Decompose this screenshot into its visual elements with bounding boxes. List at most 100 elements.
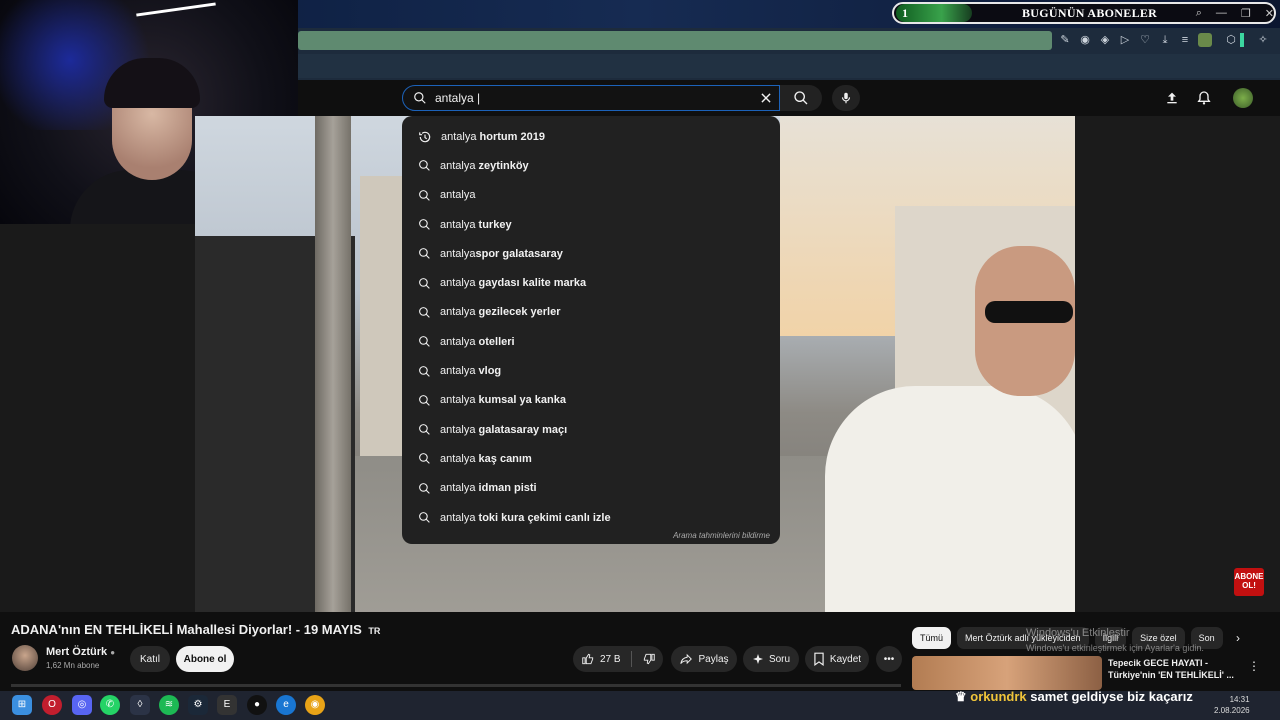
channel-name[interactable]: Mert Öztürk ● [46,646,115,658]
more-actions-button[interactable]: ••• [876,646,902,672]
search-icon [419,424,430,435]
windows-activation-text: Windows'u etkinleştirmek için Ayarlar'a … [1026,643,1204,653]
ask-button[interactable]: Soru [743,646,799,672]
search-suggestion-item[interactable]: antalya toki kura çekimi canlı izle [402,503,780,532]
search-suggestion-item[interactable]: antalya zeytinköy [402,151,780,180]
video-letterbox-right [1075,116,1280,612]
report-predictions-link[interactable]: Arama tahminlerini bildirme [673,531,770,540]
search-suggestion-item[interactable]: antalya kumsal ya kanka [402,386,780,415]
chevron-right-icon[interactable]: › [1236,631,1240,645]
restore-icon[interactable]: ❐ [1241,7,1251,20]
related-video-title[interactable]: Tepecik GECE HAYATI - Türkiye'nin 'EN TE… [1108,657,1238,681]
search-icon [414,92,426,104]
sparkle-icon [752,654,763,664]
ai-icon[interactable]: ✧ [1256,33,1270,47]
share-button[interactable]: Paylaş [671,646,737,672]
discord-icon[interactable]: ◎ [72,695,92,715]
search-box[interactable] [402,85,780,111]
save-button[interactable]: Kaydet [805,646,869,672]
profile-icon[interactable] [1198,33,1212,47]
notifications-icon[interactable] [1196,90,1212,106]
channel-avatar[interactable] [12,645,38,671]
menu-icon[interactable]: ≡ [1178,33,1192,47]
suggestion-text: antalya gezilecek yerler [440,306,561,319]
like-button[interactable]: 27 B [573,646,663,672]
search-suggestion-item[interactable]: antalya otelleri [402,327,780,356]
subscribe-button[interactable]: Abone ol [176,646,234,672]
sidebar-toggle-icon[interactable] [1240,33,1244,47]
search-icon [419,365,430,377]
search-suggestion-item[interactable]: antalya kaş canım [402,444,780,473]
filter-chip[interactable]: Tümü [912,627,952,649]
search-suggestion-item[interactable]: antalya idman pisti [402,474,780,503]
chat-ticker: ♛ orkundrk samet geldiyse biz kaçarız [955,689,1193,704]
bookmark-icon [814,652,824,666]
video-progress-bar[interactable] [11,684,901,687]
edge-icon[interactable]: e [276,695,296,715]
download-icon[interactable]: ⤓ [1158,33,1172,47]
suggestion-text: antalya zeytinköy [440,159,529,172]
search-icon [419,482,430,494]
suggestion-text: antalya [440,189,476,202]
video-menu-icon[interactable]: ⋮ [1248,659,1260,673]
suggestion-text: antalya turkey [440,218,512,231]
steam-icon[interactable]: ⚙ [188,695,208,715]
search-suggestion-item[interactable]: antalya [402,181,780,210]
search-icon [419,219,430,230]
obs-icon[interactable]: ● [247,695,267,715]
suggestion-text: antalya kumsal ya kanka [440,394,566,407]
search-icon [419,248,430,260]
suggestion-text: antalya gaydası kalite marka [440,277,587,290]
search-suggestions: antalya hortum 2019 antalya zeytinköy anta… [402,116,780,544]
join-button[interactable]: Katıl [130,646,170,672]
chat-message: samet geldiyse biz kaçarız [1030,689,1193,704]
voice-search-button[interactable] [832,85,860,111]
opera-icon[interactable]: O [42,695,62,715]
extension-icon[interactable]: ⬡ [1224,33,1238,47]
like-count: 27 B [600,653,621,665]
search-icon [794,91,808,105]
search-suggestion-item[interactable]: antalya vlog [402,356,780,385]
upload-icon[interactable] [1164,90,1180,106]
clear-icon[interactable] [759,91,773,105]
subscriber-count-label: 1,62 Mn abone [46,661,100,670]
address-bar[interactable] [298,31,1052,50]
system-clock[interactable]: 14:31 2.08.2026 [1214,694,1250,716]
play-icon[interactable]: ▷ [1118,33,1132,47]
close-icon[interactable]: ✕ [1265,7,1274,20]
search-suggestion-item[interactable]: antalyaspor galatasaray [402,239,780,268]
edit-icon[interactable]: ✎ [1058,33,1072,47]
flag-badge: TR [368,626,381,636]
suggestion-text: antalya otelleri [440,335,515,348]
search-suggestion-item[interactable]: antalya gezilecek yerler [402,298,780,327]
account-avatar[interactable] [1233,88,1253,108]
related-video-thumbnail[interactable] [912,656,1102,690]
minimize-icon[interactable]: — [1216,7,1227,19]
search-input[interactable] [435,91,759,105]
epic-games-icon[interactable]: E [217,695,237,715]
windows-start-icon[interactable]: ⊞ [12,695,32,715]
chrome-icon[interactable]: ◉ [305,695,325,715]
search-suggestion-item[interactable]: antalya turkey [402,210,780,239]
suggestion-text: antalyaspor galatasaray [440,247,563,260]
windows-activation-title: Windows'u Etkinleştir [1026,627,1130,639]
search-suggestion-item[interactable]: antalya hortum 2019 [402,122,780,151]
heart-icon[interactable]: ♡ [1138,33,1152,47]
browser-tab-strip [298,54,1280,78]
microphone-icon [841,92,851,104]
shield-icon[interactable]: ◈ [1098,33,1112,47]
camera-icon[interactable]: ◉ [1078,33,1092,47]
thumbs-down-icon[interactable] [642,652,656,666]
search-button[interactable] [780,85,822,111]
search-suggestion-item[interactable]: antalya galatasaray maçı [402,415,780,444]
whatsapp-icon[interactable]: ✆ [100,695,120,715]
spotify-icon[interactable]: ≋ [159,695,179,715]
search-suggestion-item[interactable]: antalya gaydası kalite marka [402,268,780,297]
search-icon[interactable]: ⌕ [1196,7,1202,20]
video-title: ADANA'nın EN TEHLİKELİ Mahallesi Diyorla… [11,622,381,637]
verified-icon: ● [110,648,116,657]
app-icon[interactable]: ◊ [130,695,150,715]
suggestion-text: antalya kaş canım [440,452,532,465]
search-icon [419,277,430,289]
subscriber-count: 1 [896,4,972,22]
